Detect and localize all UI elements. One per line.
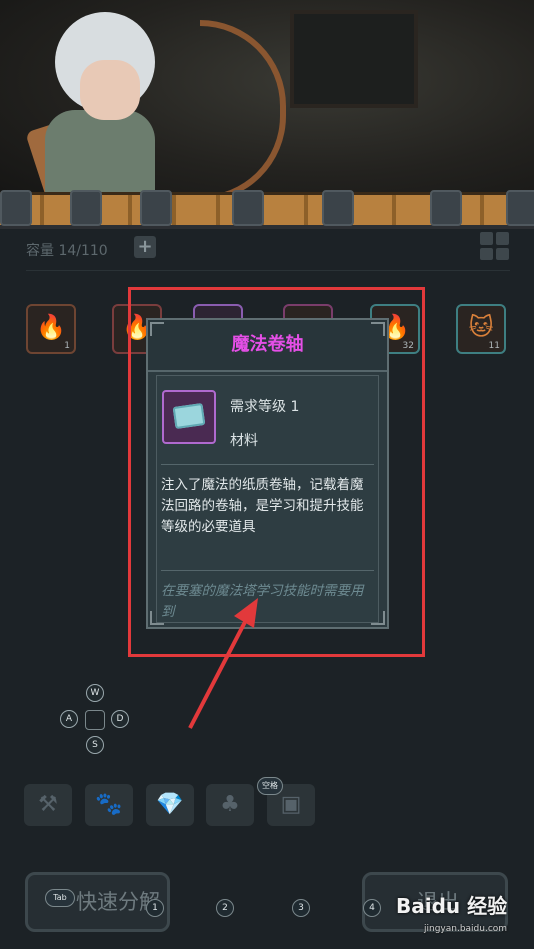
paw-icon[interactable]: 🐾: [85, 784, 133, 826]
hotkey-1: 1: [146, 899, 164, 917]
hotkey-2: 2: [216, 899, 234, 917]
key-a[interactable]: A: [60, 710, 78, 728]
movement-dpad[interactable]: W A D S: [58, 684, 132, 756]
arrow-shaft: [188, 619, 248, 729]
watermark-logo: Baidu 经验: [396, 894, 508, 918]
hotkey-3: 3: [292, 899, 310, 917]
hammer-icon[interactable]: ⚒: [24, 784, 72, 826]
space-key-hint: 空格: [257, 777, 283, 795]
dpad-center: [85, 710, 105, 730]
key-s[interactable]: S: [86, 736, 104, 754]
bag-icon[interactable]: ♣: [206, 784, 254, 826]
hotkey-4: 4: [363, 899, 381, 917]
key-d[interactable]: D: [111, 710, 129, 728]
gem-icon[interactable]: 💎: [146, 784, 194, 826]
watermark-url: jingyan.baidu.com: [424, 924, 508, 934]
tab-key-hint: Tab: [45, 889, 75, 907]
key-w[interactable]: W: [86, 684, 104, 702]
